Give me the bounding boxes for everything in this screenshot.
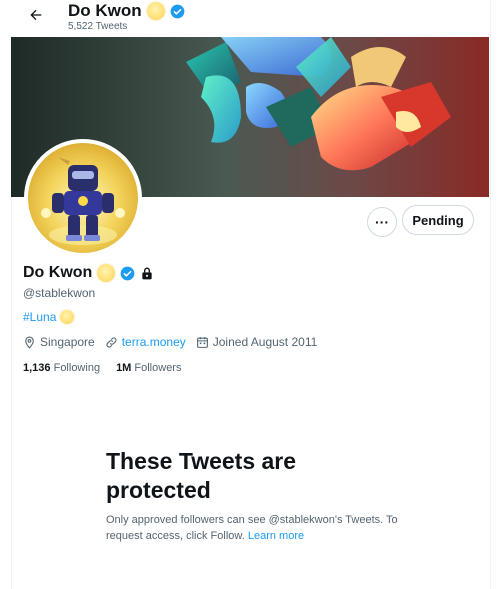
followers-label: Followers [134, 362, 182, 374]
following-count: 1,136 [23, 362, 51, 374]
luna-hashtag-link[interactable]: #Luna [23, 310, 56, 324]
location-text: Singapore [40, 335, 95, 349]
website-item: terra.money [105, 335, 186, 349]
profile-meta: Singapore terra.money Joined August 2011 [23, 335, 327, 349]
sun-emoji-icon [97, 264, 116, 282]
location-pin-icon [25, 336, 34, 349]
header-name-row: Do Kwon [68, 1, 185, 21]
following-label: Following [53, 362, 101, 374]
followers-link[interactable]: 1M Followers [116, 362, 181, 374]
back-button[interactable] [25, 6, 47, 28]
lock-icon [142, 267, 152, 279]
learn-more-link[interactable]: Learn more [248, 530, 304, 542]
verified-badge-icon [120, 266, 135, 280]
tweet-count: 5,522 Tweets [68, 21, 128, 32]
profile-avatar[interactable] [24, 139, 142, 257]
more-options-button[interactable]: ··· [367, 207, 397, 237]
more-dots-icon: ··· [375, 214, 389, 230]
profile-name-row: Do Kwon [23, 264, 154, 282]
profile-handle: @stablekwon [23, 286, 96, 300]
pending-follow-button[interactable]: Pending [402, 205, 474, 235]
sun-emoji-icon [146, 2, 165, 20]
joined-item: Joined August 2011 [196, 335, 318, 349]
follow-stats: 1,136 Following 1M Followers [23, 362, 181, 374]
profile-name: Do Kwon [23, 264, 93, 281]
profile-header: Do Kwon 5,522 Tweets [11, 0, 489, 37]
protected-title: These Tweets are protected [106, 448, 297, 503]
verified-badge-icon [170, 4, 185, 18]
sun-emoji-icon [60, 310, 75, 324]
bio: #Luna [23, 310, 75, 324]
link-icon [106, 336, 117, 348]
website-link[interactable]: terra.money [122, 335, 186, 349]
robot-avatar-image [41, 157, 125, 245]
arrow-left-icon [30, 9, 42, 21]
header-name: Do Kwon [68, 1, 142, 20]
calendar-icon [196, 336, 208, 348]
joined-date: Joined August 2011 [212, 335, 318, 349]
followers-count: 1M [116, 362, 132, 374]
following-link[interactable]: 1,136 Following [23, 362, 100, 374]
location-item: Singapore [23, 335, 95, 349]
protected-description: Only approved followers can see @stablek… [106, 512, 406, 544]
